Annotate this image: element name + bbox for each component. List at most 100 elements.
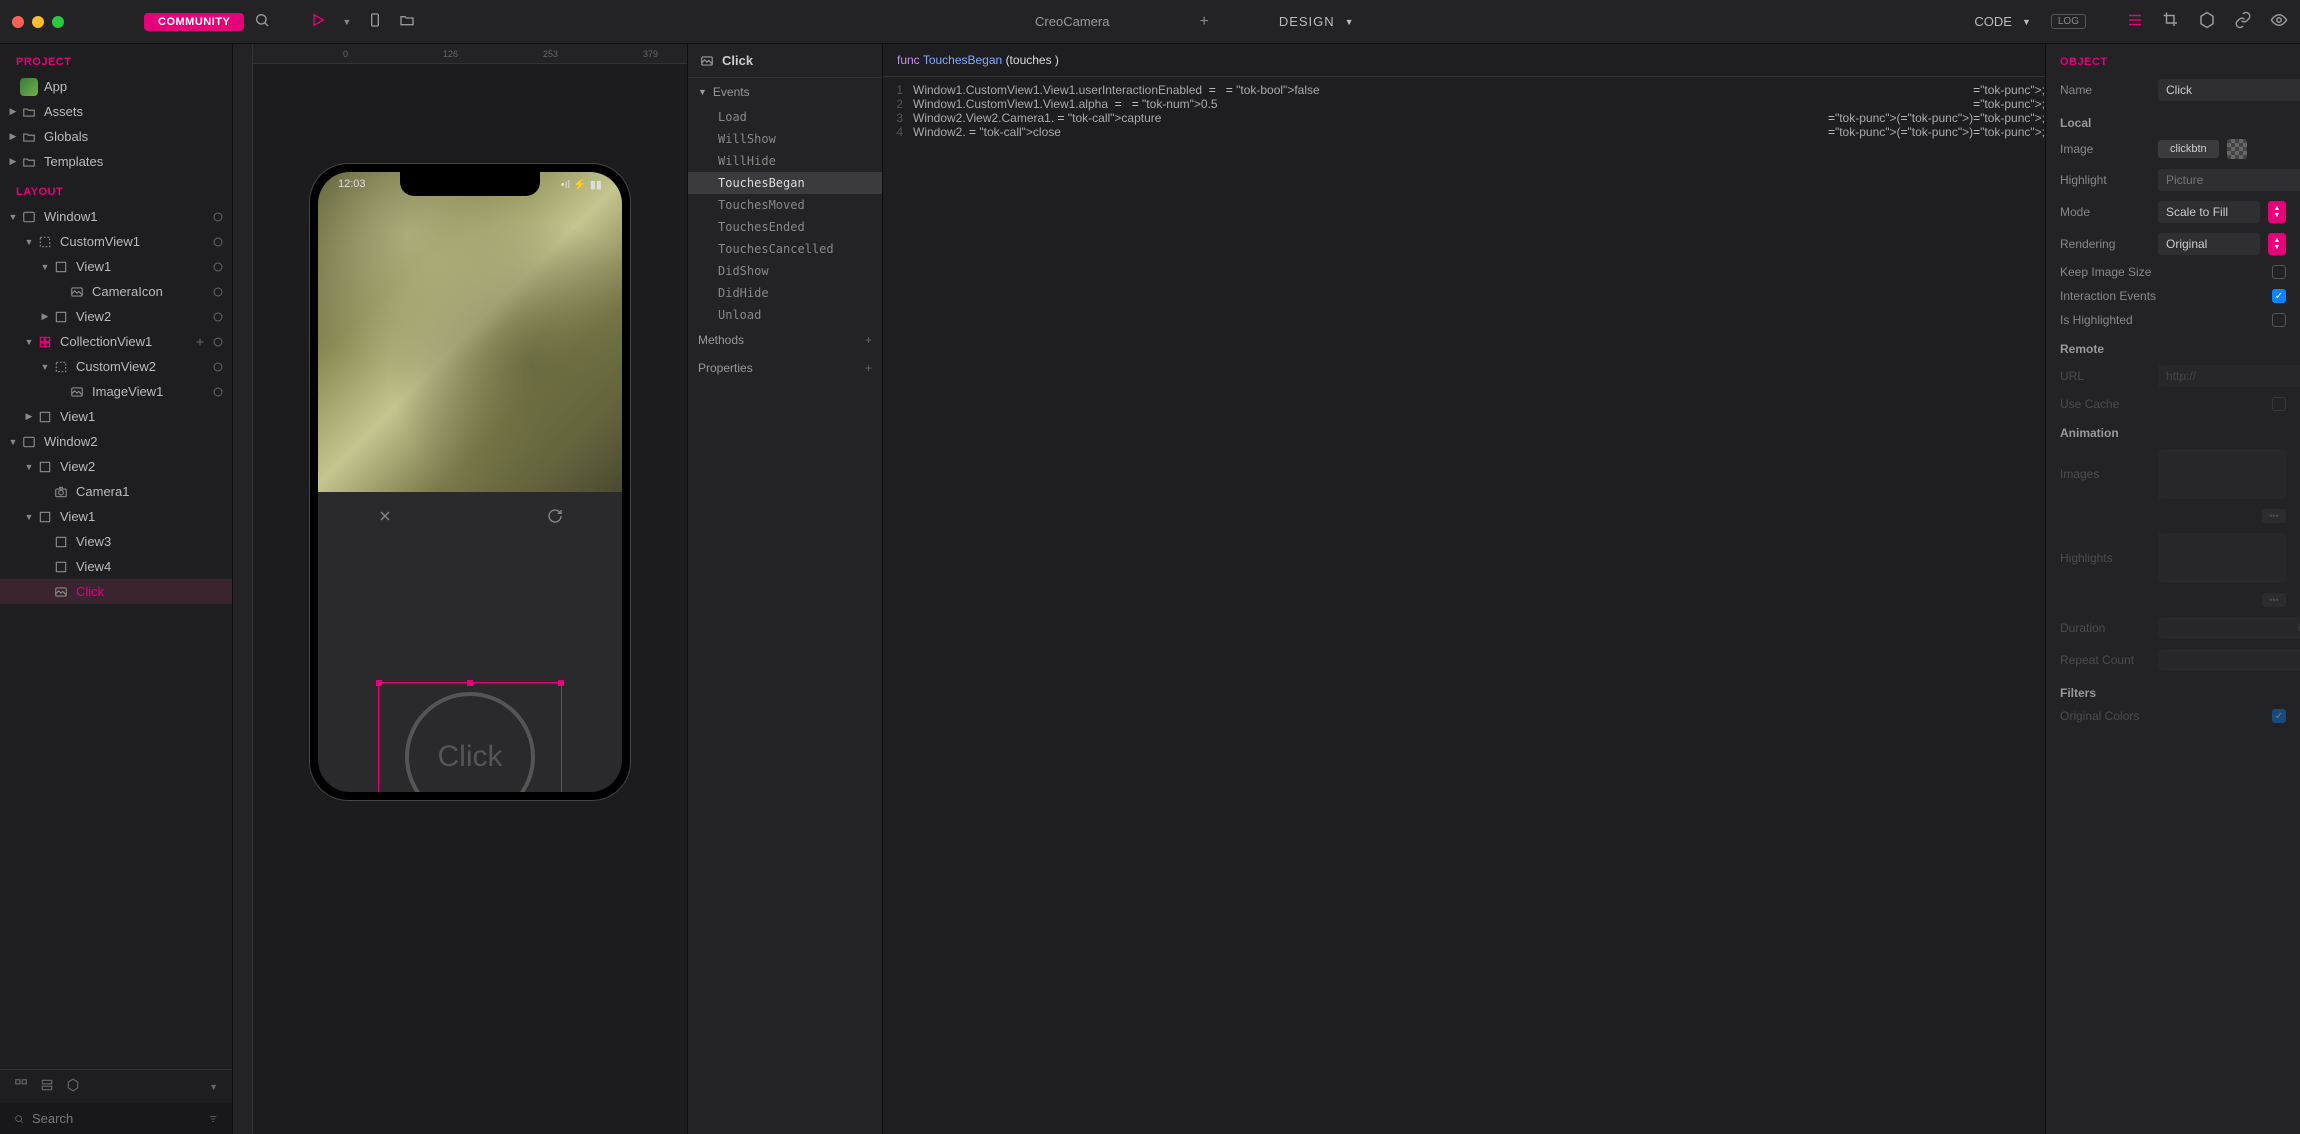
minimize-window-button[interactable] (32, 16, 44, 28)
tree-row-imageview1[interactable]: ImageView1 (0, 379, 232, 404)
stepper-icon[interactable]: ▲▼ (2268, 201, 2286, 223)
play-button[interactable] (310, 12, 326, 31)
circle-icon[interactable] (212, 286, 224, 298)
community-badge[interactable]: COMMUNITY (144, 13, 244, 31)
circle-icon[interactable] (212, 386, 224, 398)
circle-icon[interactable] (212, 361, 224, 373)
event-didhide[interactable]: DidHide (688, 282, 882, 304)
images-box[interactable] (2158, 449, 2286, 499)
use-cache-checkbox[interactable] (2272, 397, 2286, 411)
stepper-icon[interactable]: ▲▼ (2268, 233, 2286, 255)
mode-dropdown[interactable]: Scale to Fill (2158, 201, 2260, 223)
image-swatch[interactable] (2227, 139, 2247, 159)
highlighted-checkbox[interactable] (2272, 313, 2286, 327)
rendering-dropdown[interactable]: Original (2158, 233, 2260, 255)
tree-row-cameraicon[interactable]: CameraIcon (0, 279, 232, 304)
disclosure-icon[interactable]: ▶ (22, 411, 36, 422)
tree-row-view2[interactable]: ▼View2 (0, 454, 232, 479)
duration-input[interactable] (2158, 617, 2300, 639)
list-view-icon[interactable] (2126, 11, 2144, 32)
tree-row-view4[interactable]: View4 (0, 554, 232, 579)
play-dropdown-icon[interactable]: ▼ (342, 17, 351, 27)
plus-icon[interactable] (194, 336, 206, 348)
code-line[interactable]: 1Window1.CustomView1.View1.userInteracti… (883, 83, 2045, 97)
stack-view-icon[interactable] (40, 1078, 54, 1095)
add-property-button[interactable]: + (865, 361, 872, 375)
tree-row-view3[interactable]: View3 (0, 529, 232, 554)
close-icon[interactable] (377, 508, 393, 527)
tree-row-view2[interactable]: ▶View2 (0, 304, 232, 329)
properties-group[interactable]: Properties + (688, 354, 882, 382)
close-window-button[interactable] (12, 16, 24, 28)
tree-row-view1[interactable]: ▼View1 (0, 504, 232, 529)
disclosure-icon[interactable]: ▼ (38, 262, 52, 272)
disclosure-icon[interactable]: ▼ (6, 437, 20, 447)
add-method-button[interactable]: + (865, 333, 872, 347)
event-willhide[interactable]: WillHide (688, 150, 882, 172)
code-line[interactable]: 4Window2. = "tok-call">close = "tok-punc… (883, 125, 2045, 139)
tree-row-camera1[interactable]: Camera1 (0, 479, 232, 504)
chevron-down-icon[interactable]: ▼ (209, 1082, 218, 1092)
event-touchesmoved[interactable]: TouchesMoved (688, 194, 882, 216)
cube-icon[interactable] (66, 1078, 80, 1095)
event-touchescancelled[interactable]: TouchesCancelled (688, 238, 882, 260)
repeat-input[interactable] (2158, 649, 2300, 671)
highlights-box[interactable] (2158, 533, 2286, 583)
code-line[interactable]: 3Window2.View2.Camera1. = "tok-call">cap… (883, 111, 2045, 125)
design-mode-dropdown[interactable]: DESIGN ▼ (1279, 14, 1355, 29)
disclosure-icon[interactable]: ▼ (38, 362, 52, 372)
circle-icon[interactable] (212, 311, 224, 323)
hexagon-icon[interactable] (2198, 11, 2216, 32)
maximize-window-button[interactable] (52, 16, 64, 28)
circle-icon[interactable] (212, 236, 224, 248)
original-colors-checkbox[interactable] (2272, 709, 2286, 723)
disclosure-icon[interactable]: ▼ (22, 462, 36, 472)
tree-row-view1[interactable]: ▶View1 (0, 404, 232, 429)
grid-view-icon[interactable] (14, 1078, 28, 1095)
url-input[interactable] (2158, 365, 2300, 387)
log-button[interactable]: LOG (2051, 14, 2086, 29)
keep-size-checkbox[interactable] (2272, 265, 2286, 279)
tree-row-window1[interactable]: ▼Window1 (0, 204, 232, 229)
methods-group[interactable]: Methods + (688, 326, 882, 354)
more-button[interactable]: ••• (2262, 593, 2286, 607)
search-input[interactable] (32, 1111, 208, 1126)
tree-templates[interactable]: ▶ Templates (0, 149, 232, 174)
tree-row-collectionview1[interactable]: ▼CollectionView1 (0, 329, 232, 354)
events-group[interactable]: ▼ Events (688, 78, 882, 106)
event-unload[interactable]: Unload (688, 304, 882, 326)
circle-icon[interactable] (212, 261, 224, 273)
tree-app[interactable]: App (0, 74, 232, 99)
event-didshow[interactable]: DidShow (688, 260, 882, 282)
design-canvas[interactable]: 0 126 253 379 12:03 •ıl ⚡ ▮▮ (233, 44, 688, 1134)
event-touchesended[interactable]: TouchesEnded (688, 216, 882, 238)
tree-row-window2[interactable]: ▼Window2 (0, 429, 232, 454)
tree-row-view1[interactable]: ▼View1 (0, 254, 232, 279)
code-line[interactable]: 2Window1.CustomView1.View1.alpha = = "to… (883, 97, 2045, 111)
more-button[interactable]: ••• (2262, 509, 2286, 523)
disclosure-icon[interactable]: ▼ (22, 337, 36, 347)
link-icon[interactable] (2234, 11, 2252, 32)
tree-row-customview1[interactable]: ▼CustomView1 (0, 229, 232, 254)
event-willshow[interactable]: WillShow (688, 128, 882, 150)
tree-assets[interactable]: ▶ Assets (0, 99, 232, 124)
disclosure-icon[interactable]: ▼ (6, 212, 20, 222)
add-tab-button[interactable]: + (1199, 13, 1208, 31)
interaction-checkbox[interactable] (2272, 289, 2286, 303)
device-icon[interactable] (367, 12, 383, 31)
eye-icon[interactable] (2270, 11, 2288, 32)
circle-icon[interactable] (212, 211, 224, 223)
tree-globals[interactable]: ▶ Globals (0, 124, 232, 149)
search-box[interactable] (0, 1103, 232, 1134)
tree-row-click[interactable]: Click (0, 579, 232, 604)
folder-icon[interactable] (399, 12, 415, 31)
name-input[interactable] (2158, 79, 2300, 101)
click-button[interactable]: Click (405, 692, 535, 792)
event-touchesbegan[interactable]: TouchesBegan (688, 172, 882, 194)
tree-row-customview2[interactable]: ▼CustomView2 (0, 354, 232, 379)
circle-icon[interactable] (212, 336, 224, 348)
event-load[interactable]: Load (688, 106, 882, 128)
disclosure-icon[interactable]: ▶ (38, 311, 52, 322)
refresh-icon[interactable] (547, 508, 563, 527)
image-chip[interactable]: clickbtn (2158, 140, 2219, 158)
